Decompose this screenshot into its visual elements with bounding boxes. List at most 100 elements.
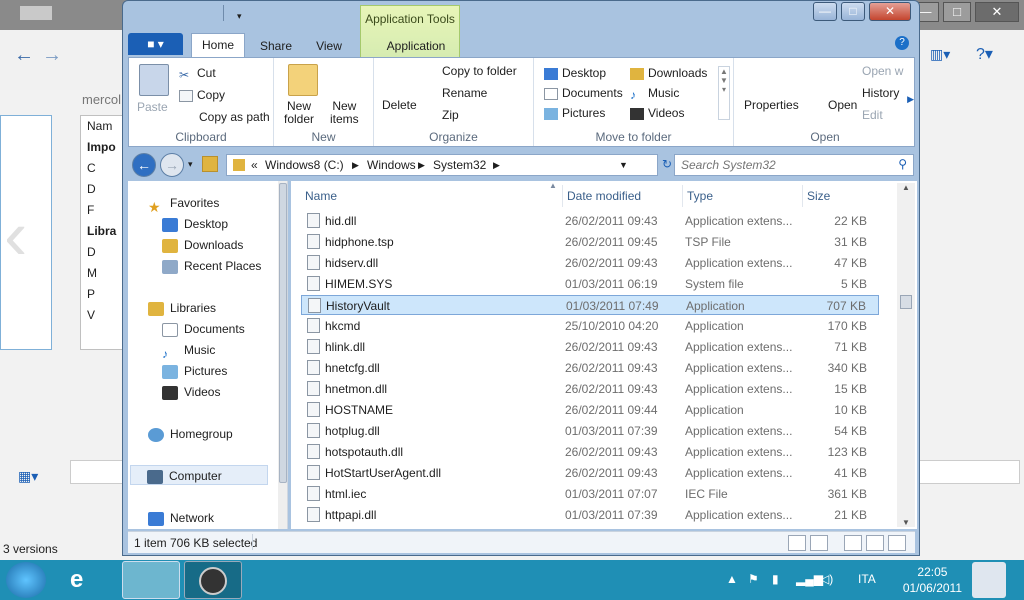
internet-explorer-icon[interactable]: e (70, 566, 83, 594)
nav-recent-places[interactable]: Recent Places (162, 256, 261, 276)
address-segment[interactable]: System32 (433, 158, 486, 172)
column-date-modified[interactable]: Date modified (563, 185, 683, 207)
move-to-documents[interactable]: Documents (544, 86, 623, 100)
column-type[interactable]: Type (683, 185, 803, 207)
nav-videos[interactable]: Videos (162, 382, 220, 402)
address-segment[interactable]: Windows8 (C:) (265, 158, 344, 172)
table-row[interactable]: HistoryVault 01/03/2011 07:49 Application 7… (301, 295, 879, 315)
up-folder-icon[interactable] (202, 156, 218, 172)
new-items-button[interactable]: New items (330, 100, 359, 126)
address-chevrons[interactable]: « (251, 158, 258, 172)
bg-maximize-button[interactable]: □ (943, 2, 971, 22)
table-row[interactable]: hidphone.tsp 26/02/2011 09:45 TSP File 31 K… (301, 232, 879, 252)
help-icon[interactable]: ? (895, 36, 909, 50)
table-row[interactable]: hotspotauth.dll 26/02/2011 09:43 Applicati… (301, 442, 879, 462)
table-row[interactable]: HOSTNAME 26/02/2011 09:44 Application 10 KB (301, 400, 879, 420)
zip-button[interactable]: Zip (442, 108, 459, 122)
scroll-down-icon[interactable]: ▼ (897, 518, 915, 527)
address-dropdown-icon[interactable]: ▼ (619, 160, 628, 170)
navigation-pane-icon[interactable] (888, 535, 906, 551)
file-scroll-thumb[interactable] (900, 295, 912, 309)
bg-view-icon[interactable]: ▥▾ (930, 46, 950, 63)
move-to-downloads[interactable]: Downloads (630, 66, 707, 80)
copy-to-folder-button[interactable]: Copy to folder (442, 64, 517, 78)
nav-documents[interactable]: Documents (162, 319, 245, 339)
nav-network[interactable]: Network (148, 508, 214, 528)
bg-forward-icon[interactable]: → (42, 44, 62, 67)
tab-application[interactable]: Application (366, 35, 466, 57)
copy-as-path-button[interactable]: Copy as path (199, 110, 270, 124)
properties-button[interactable]: Properties (744, 98, 799, 112)
nav-computer[interactable]: Computer (130, 465, 268, 485)
address-bar[interactable]: « Windows8 (C:) ▶ Windows ▶ System32 ▶ ▼ (226, 154, 658, 176)
nav-scroll-thumb[interactable] (279, 183, 287, 483)
address-separator-icon[interactable]: ▶ (352, 160, 359, 171)
column-size[interactable]: Size (803, 185, 879, 207)
nav-homegroup[interactable]: Homegroup (148, 424, 233, 444)
history-button[interactable]: History (862, 86, 899, 100)
table-row[interactable]: hid.dll 26/02/2011 09:43 Application exten… (301, 211, 879, 231)
nav-music[interactable]: ♪ Music (162, 340, 215, 361)
bg-close-button[interactable]: ✕ (975, 2, 1019, 22)
paste-button[interactable]: Paste (137, 100, 168, 114)
refresh-icon[interactable]: ↻ (662, 157, 672, 171)
back-button[interactable]: ← (132, 153, 156, 177)
move-to-videos[interactable]: Videos (630, 106, 684, 120)
recent-locations-icon[interactable]: ▾ (188, 159, 193, 170)
address-separator-icon[interactable]: ▶ (493, 160, 500, 171)
ribbon-more-icon[interactable]: ▶ (907, 94, 914, 105)
tray-battery-icon[interactable]: ▮ (772, 572, 779, 586)
user-avatar[interactable] (972, 562, 1006, 598)
large-icons-view-icon[interactable] (810, 535, 828, 551)
nav-favorites[interactable]: ★ Favorites (148, 193, 219, 215)
tray-flag-icon[interactable]: ⚑ (748, 572, 759, 586)
table-row[interactable]: hnetcfg.dll 26/02/2011 09:43 Application e… (301, 358, 879, 378)
table-row[interactable]: hlink.dll 26/02/2011 09:43 Application ext… (301, 337, 879, 357)
search-icon[interactable]: ⚲ (898, 157, 907, 171)
history-vault-taskbar-button[interactable] (184, 561, 242, 599)
tab-home[interactable]: Home (191, 33, 245, 57)
column-name[interactable]: Name (301, 185, 563, 207)
table-row[interactable]: HIMEM.SYS 01/03/2011 06:19 System file 5 KB (301, 274, 879, 294)
close-button[interactable]: ✕ (869, 2, 911, 21)
delete-button[interactable]: Delete (382, 98, 417, 112)
tray-volume-icon[interactable]: ◁) (820, 572, 833, 586)
forward-button[interactable]: → (160, 153, 184, 177)
table-row[interactable]: HotStartUserAgent.dll 26/02/2011 09:43 App… (301, 463, 879, 483)
bg-list-view-icon[interactable]: ▦▾ (18, 468, 38, 485)
new-folder-button[interactable]: New folder (284, 100, 314, 126)
file-explorer-taskbar-button[interactable] (122, 561, 180, 599)
move-to-pictures[interactable]: Pictures (544, 106, 605, 120)
search-input[interactable] (675, 155, 885, 175)
address-separator-icon[interactable]: ▶ (418, 160, 425, 171)
table-row[interactable]: httpapi.dll 01/03/2011 07:39 Application e… (301, 505, 879, 525)
rename-button[interactable]: Rename (442, 86, 487, 100)
search-box[interactable]: ⚲ (674, 154, 914, 176)
move-to-desktop[interactable]: Desktop (544, 66, 606, 80)
details-pane-icon[interactable] (866, 535, 884, 551)
tab-share[interactable]: Share (250, 35, 302, 57)
cut-button[interactable]: ✂ Cut (179, 66, 216, 82)
tray-signal-icon[interactable]: ▂▄▆ (796, 572, 823, 586)
details-view-icon[interactable] (788, 535, 806, 551)
bg-prev-arrow-icon[interactable]: ‹ (4, 200, 27, 270)
tray-arrow-icon[interactable]: ▲ (726, 572, 738, 586)
table-row[interactable]: hidserv.dll 26/02/2011 09:43 Application e… (301, 253, 879, 273)
nav-scrollbar[interactable] (278, 181, 287, 529)
open-button[interactable]: Open (828, 98, 857, 112)
preview-pane-icon[interactable] (844, 535, 862, 551)
nav-downloads[interactable]: Downloads (162, 235, 243, 255)
move-to-scroll[interactable]: ▲ ▼ ▾ (718, 66, 730, 120)
table-row[interactable]: hkcmd 25/10/2010 04:20 Application 170 KB (301, 316, 879, 336)
language-indicator[interactable]: ITA (858, 572, 876, 586)
minimize-button[interactable]: — (813, 2, 837, 21)
address-segment[interactable]: Windows (367, 158, 416, 172)
bg-help-icon[interactable]: ?▾ (976, 44, 993, 64)
taskbar-clock[interactable]: 22:05 01/06/2011 (903, 564, 962, 596)
move-to-music[interactable]: ♪ Music (630, 86, 679, 102)
quick-access-dropdown-icon[interactable]: ▾ (237, 11, 242, 22)
nav-libraries[interactable]: Libraries (148, 298, 216, 318)
copy-button[interactable]: Copy (179, 88, 225, 102)
maximize-button[interactable]: □ (841, 2, 865, 21)
scroll-up-icon[interactable]: ▲ (897, 183, 915, 192)
